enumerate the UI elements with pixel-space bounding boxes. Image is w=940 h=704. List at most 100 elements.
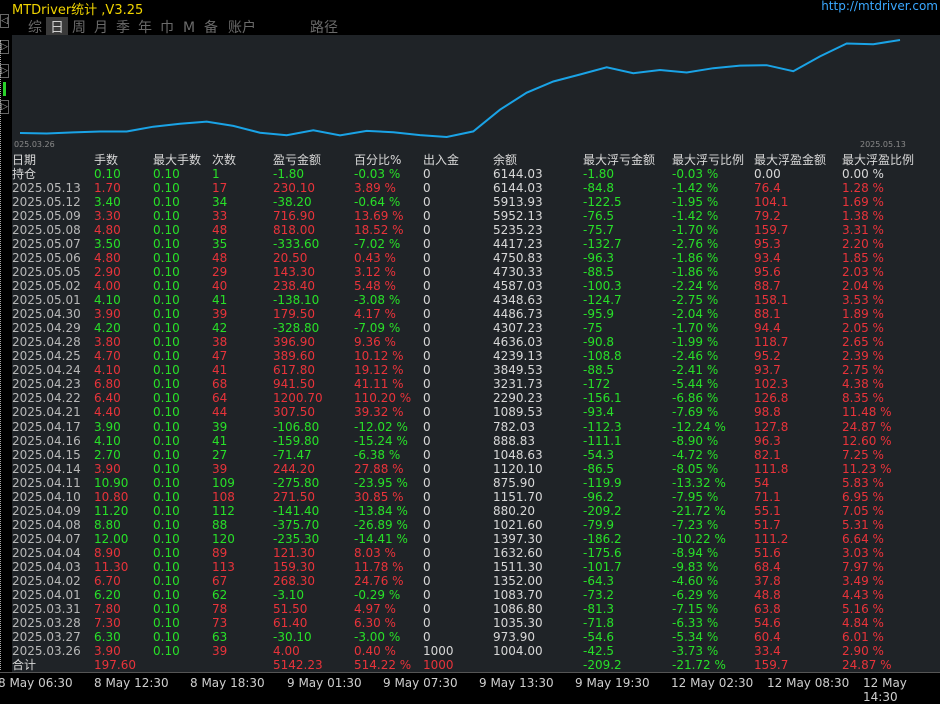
cell-col-5: -7.09 % xyxy=(354,321,401,336)
cell-col-7: 5952.13 xyxy=(493,209,543,224)
cell-col-4: 20.50 xyxy=(273,251,308,266)
cell-col-5: 8.03 % xyxy=(354,545,396,560)
cell-col-5: 4.97 % xyxy=(354,601,396,616)
cell-col-6: 0 xyxy=(423,573,431,588)
cell-col-6: 0 xyxy=(423,447,431,462)
tab-6[interactable]: 巾 xyxy=(156,17,178,37)
cell-col-10: 104.1 xyxy=(754,195,789,210)
time-tick-label: 9 May 07:30 xyxy=(383,676,458,690)
nav-right-icon[interactable]: ▷ xyxy=(0,40,9,54)
cell-col-1: 8.80 xyxy=(94,517,121,532)
cell-col-6: 0 xyxy=(423,307,431,322)
cell-col-4: 51.50 xyxy=(273,601,308,616)
cell-col-0: 持仓 xyxy=(12,167,37,181)
cell-col-7: 888.83 xyxy=(493,433,535,448)
cell-col-2: 0.10 xyxy=(153,321,180,336)
cell-col-11: 2.90 % xyxy=(842,643,884,658)
cell-col-9: -9.83 % xyxy=(672,559,719,574)
cell-col-5: 百分比% xyxy=(354,153,402,167)
balance-chart xyxy=(19,39,901,139)
cell-col-11: 3.03 % xyxy=(842,545,884,560)
nav-left-icon[interactable]: ◁ xyxy=(0,14,9,28)
cell-col-10: 88.1 xyxy=(754,307,781,322)
cell-col-3: 39 xyxy=(212,461,228,476)
cell-col-1: 3.90 xyxy=(94,419,121,434)
tab-7[interactable]: M xyxy=(178,20,200,36)
cell-col-1: 3.30 xyxy=(94,209,121,224)
cell-col-10: 93.7 xyxy=(754,363,781,378)
cell-col-0: 2025.04.25 xyxy=(12,349,81,364)
cell-col-6: 0 xyxy=(423,321,431,336)
cell-col-5: 11.78 % xyxy=(354,559,404,574)
cell-col-8: -96.3 xyxy=(583,251,615,266)
cell-col-5: -15.24 % xyxy=(354,433,408,448)
cell-col-2: 0.10 xyxy=(153,181,180,195)
cell-col-10: 94.4 xyxy=(754,321,781,336)
cell-col-0: 2025.04.07 xyxy=(12,531,81,546)
cell-col-2: 最大手数 xyxy=(153,153,202,167)
cell-col-0: 2025.05.09 xyxy=(12,209,81,224)
tab-9[interactable]: 账户 xyxy=(222,17,262,37)
cell-col-2: 0.10 xyxy=(153,335,180,350)
table-row: 2025.04.14 3.90 0.10 39 244.20 27.88 % 0 1120.1… xyxy=(12,462,940,476)
tab-3[interactable]: 月 xyxy=(90,17,112,37)
tab-2[interactable]: 周 xyxy=(68,17,90,37)
cell-col-8: -209.2 xyxy=(583,503,622,518)
path-label[interactable]: 路径 xyxy=(310,17,338,37)
cell-col-2: 0.10 xyxy=(153,559,180,574)
nav-right-icon[interactable]: ▷ xyxy=(0,100,9,114)
cell-col-9: -21.72 % xyxy=(672,503,726,518)
cell-col-8: -73.2 xyxy=(583,587,615,602)
cell-col-8: -86.5 xyxy=(583,461,615,476)
cell-col-7: 4239.13 xyxy=(493,349,543,364)
cell-col-1: 1.70 xyxy=(94,181,121,195)
cursor-line xyxy=(0,40,1,670)
website-link[interactable]: http://mtdriver.com xyxy=(821,0,938,13)
cell-col-1: 3.50 xyxy=(94,237,121,252)
cell-col-1: 4.40 xyxy=(94,405,121,420)
cell-col-7: 4486.73 xyxy=(493,307,543,322)
cell-col-6: 0 xyxy=(423,629,431,644)
cell-col-7: 5235.23 xyxy=(493,223,543,238)
table-row: 2025.04.29 4.20 0.10 42 -328.80 -7.09 % 0 4307.… xyxy=(12,321,940,335)
tab-1[interactable]: 日 xyxy=(46,17,68,37)
cell-col-3: 29 xyxy=(212,265,228,280)
cell-col-3: 112 xyxy=(212,503,235,518)
table-row: 2025.04.24 4.10 0.10 41 617.80 19.12 % 0 3849.5… xyxy=(12,363,940,377)
tab-8[interactable]: 备 xyxy=(200,17,222,37)
nav-right-icon[interactable]: ▷ xyxy=(0,64,9,78)
cell-col-4: -235.30 xyxy=(273,531,320,546)
cell-col-6: 0 xyxy=(423,293,431,308)
cell-col-8: -88.5 xyxy=(583,363,615,378)
table-row: 2025.05.01 4.10 0.10 41 -138.10 -3.08 % 0 4348.… xyxy=(12,293,940,307)
period-tabs: 综日周月季年巾 M 备账户 xyxy=(24,17,262,37)
cell-col-11: 2.65 % xyxy=(842,335,884,350)
cell-col-10: 96.3 xyxy=(754,433,781,448)
cell-col-5: 39.32 % xyxy=(354,405,404,420)
cell-col-6: 0 xyxy=(423,363,431,378)
cell-col-11: 1.69 % xyxy=(842,195,884,210)
cell-col-9: -7.15 % xyxy=(672,601,719,616)
cell-col-5: 3.12 % xyxy=(354,265,396,280)
cell-col-0: 2025.04.01 xyxy=(12,587,81,602)
cell-col-6: 0 xyxy=(423,377,431,392)
table-row: 2025.04.23 6.80 0.10 68 941.50 41.11 % 0 3231.7… xyxy=(12,377,940,391)
tab-0[interactable]: 综 xyxy=(24,17,46,37)
cell-col-0: 2025.04.17 xyxy=(12,419,81,434)
cell-col-8: -132.7 xyxy=(583,237,622,252)
cell-col-4: 307.50 xyxy=(273,405,315,420)
tab-4[interactable]: 季 xyxy=(112,17,134,37)
cell-col-9: -1.99 % xyxy=(672,335,719,350)
cell-col-8: -95.9 xyxy=(583,307,615,322)
cell-col-1: 10.90 xyxy=(94,475,129,490)
cell-col-6: 0 xyxy=(423,279,431,294)
cell-col-5: 24.76 % xyxy=(354,573,404,588)
cell-col-8: -156.1 xyxy=(583,391,622,406)
tab-5[interactable]: 年 xyxy=(134,17,156,37)
cell-col-7: 1397.30 xyxy=(493,531,543,546)
cell-col-5: -12.02 % xyxy=(354,419,408,434)
cell-col-6: 1000 xyxy=(423,643,454,658)
table-row: 2025.04.17 3.90 0.10 39 -106.80 -12.02 % 0 782.… xyxy=(12,420,940,434)
cell-col-5: -26.89 % xyxy=(354,517,408,532)
cell-col-2: 0.10 xyxy=(153,209,180,224)
